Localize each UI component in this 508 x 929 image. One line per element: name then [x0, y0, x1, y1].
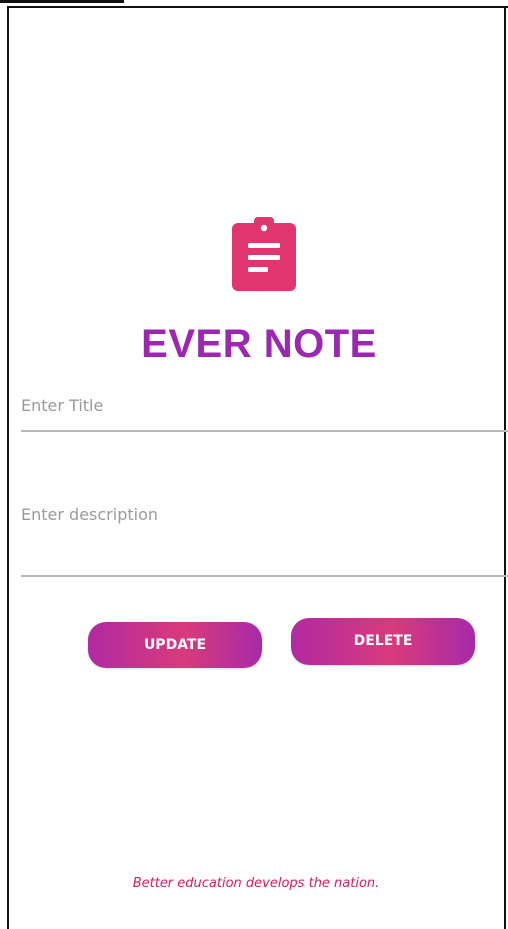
app-screen: EVER NOTE UPDATE DELETE Better education… — [0, 0, 508, 929]
frame-right-border — [504, 6, 506, 929]
footer-tagline: Better education develops the nation. — [132, 876, 380, 891]
title-input[interactable] — [21, 396, 508, 415]
delete-button[interactable]: DELETE — [291, 618, 475, 665]
top-edge-marker — [0, 0, 124, 3]
app-title: EVER NOTE — [141, 322, 377, 366]
update-button[interactable]: UPDATE — [88, 622, 262, 668]
description-input[interactable] — [21, 505, 508, 524]
clipboard-icon — [232, 217, 296, 291]
title-field — [21, 396, 508, 432]
frame-left-border — [7, 6, 9, 929]
frame-top-border — [7, 6, 508, 8]
description-field — [21, 505, 508, 577]
